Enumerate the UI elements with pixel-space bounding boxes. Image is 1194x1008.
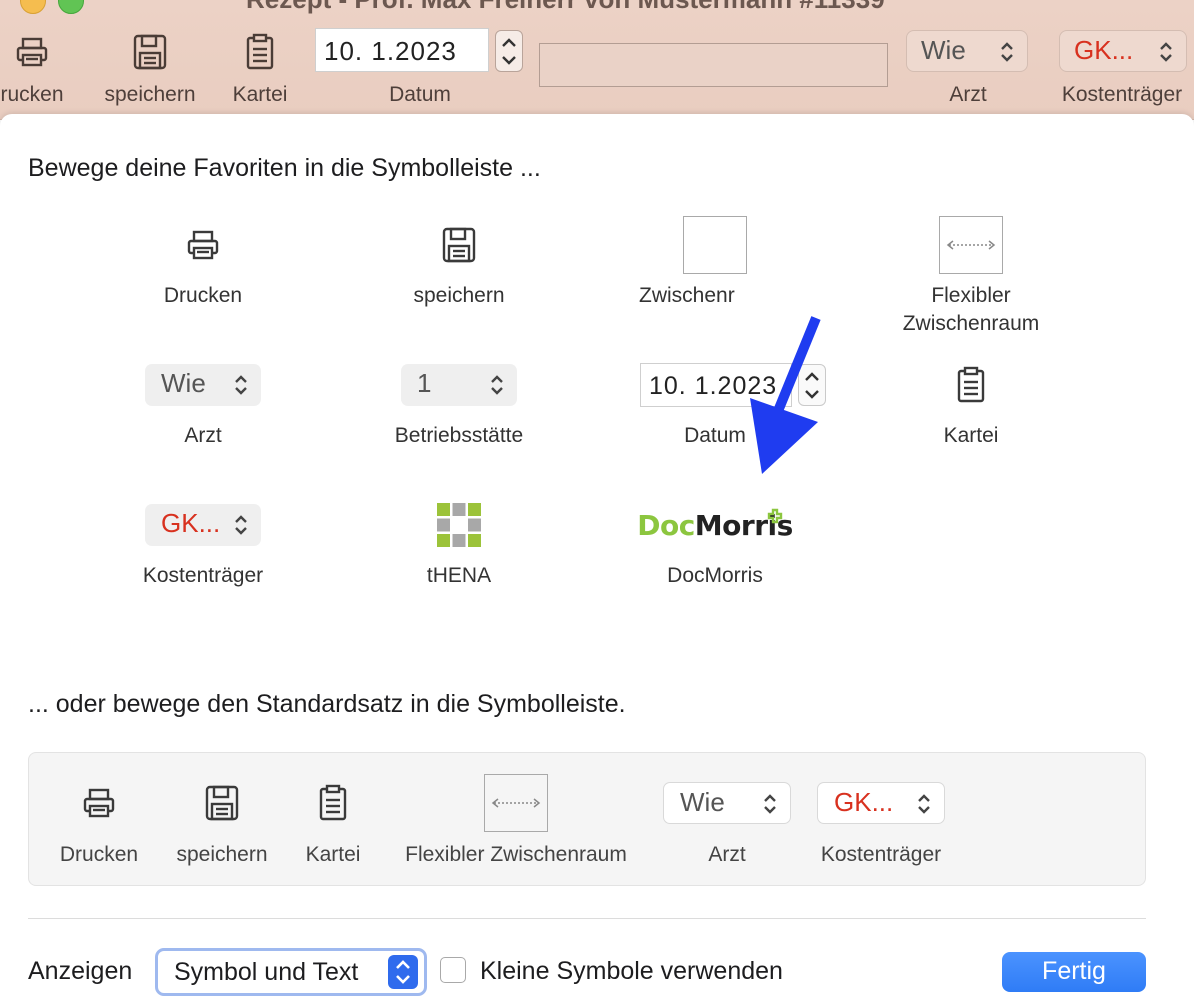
thena-icon — [331, 494, 587, 556]
fav-space-item[interactable]: Zwischenr — [587, 214, 843, 310]
show-mode-select[interactable]: Symbol und Text — [155, 948, 427, 996]
printer-icon — [49, 773, 149, 833]
window-toolbar: Rezept - Prof. Max Freiherr von Musterma… — [0, 0, 1194, 120]
arzt-popup[interactable]: Wie — [145, 364, 261, 406]
fav-flexible-space-label: Flexibler Zwischenraum — [902, 284, 1040, 335]
fav-kartei-label: Kartei — [943, 424, 999, 447]
select-arrows-icon — [388, 955, 418, 989]
docmorris-logo: DocMorris — [637, 508, 793, 542]
divider — [28, 918, 1146, 919]
printer-icon — [75, 214, 331, 276]
default-arzt-item: Wie Arzt — [663, 773, 791, 867]
stepper-icon — [502, 38, 516, 65]
toolbar-kartei-label: Kartei — [232, 83, 288, 106]
toolbar-date-label: Datum — [389, 83, 451, 106]
toolbar-print-label: rucken — [0, 83, 64, 106]
fav-arzt-label: Arzt — [184, 424, 222, 447]
customize-toolbar-sheet: Bewege deine Favoriten in die Symbolleis… — [0, 114, 1194, 1008]
default-print-item: Drucken — [49, 773, 149, 867]
default-kartei-label: Kartei — [305, 843, 361, 866]
kostentraeger-popup[interactable]: GK... — [145, 504, 261, 546]
chevron-updown-icon — [491, 375, 503, 395]
printer-icon — [0, 30, 72, 74]
default-flexible-space-item: Flexibler Zwischenraum — [391, 773, 641, 867]
fav-kartei-item[interactable]: Kartei — [843, 354, 1099, 450]
kostentraeger-popup-value: GK... — [161, 508, 221, 538]
annotation-arrow-icon — [750, 316, 821, 474]
show-mode-value: Symbol und Text — [174, 958, 359, 986]
toolbar-arzt-label: Arzt — [949, 83, 987, 106]
fav-space-label: Zwischenr — [639, 284, 735, 307]
fav-betrieb-label: Betriebsstätte — [394, 424, 524, 447]
toolbar-kosten-label: Kostenträger — [1061, 83, 1183, 106]
default-kartei-item: Kartei — [297, 773, 369, 867]
fav-docmorris-label: DocMorris — [667, 564, 763, 587]
chevron-updown-icon — [764, 794, 776, 814]
chevron-updown-icon — [235, 375, 247, 395]
default-save-label: speichern — [176, 843, 268, 866]
window-title: Rezept - Prof. Max Freiherr von Musterma… — [246, 0, 885, 15]
small-icons-label: Kleine Symbole verwenden — [480, 957, 783, 985]
default-set-bar[interactable]: Drucken speichern Kartei Flexibler Zwisc… — [28, 752, 1146, 886]
default-arzt-label: Arzt — [708, 843, 746, 866]
fav-print-label: Drucken — [163, 284, 243, 307]
arzt-popup-value: Wie — [161, 368, 206, 398]
favorites-heading: Bewege deine Favoriten in die Symbolleis… — [28, 154, 541, 182]
clipboard-icon — [843, 354, 1099, 416]
zoom-window-button[interactable] — [58, 0, 84, 14]
toolbar-save-label: speichern — [104, 83, 196, 106]
toolbar-kosten-popup[interactable]: GK... — [1059, 30, 1187, 72]
default-arzt-popup: Wie — [663, 782, 791, 824]
small-icons-checkbox[interactable] — [440, 957, 466, 983]
fav-print-item[interactable]: Drucken — [75, 214, 331, 310]
chevron-updown-icon — [1160, 42, 1172, 62]
flexible-space-icon — [939, 216, 1003, 274]
show-label: Anzeigen — [28, 957, 133, 985]
betriebsstaette-popup[interactable]: 1 — [401, 364, 517, 406]
minimize-window-button[interactable] — [20, 0, 46, 14]
floppy-disk-icon — [167, 773, 277, 833]
fav-save-label: speichern — [413, 284, 505, 307]
chevron-updown-icon — [235, 515, 247, 535]
toolbar-date-field[interactable]: 10. 1.2023 — [315, 28, 489, 72]
default-kosten-value: GK... — [834, 787, 894, 817]
toolbar-kosten-value: GK... — [1074, 35, 1134, 65]
fav-thena-item[interactable]: tHENA — [331, 494, 587, 590]
fav-thena-label: tHENA — [426, 564, 492, 587]
toolbar-search-field[interactable] — [539, 43, 888, 87]
done-button[interactable]: Fertig — [1002, 952, 1146, 992]
space-icon — [683, 216, 747, 274]
clipboard-icon — [297, 773, 369, 833]
fav-docmorris-item[interactable]: DocMorris DocMorris — [587, 494, 843, 590]
fav-kosten-item[interactable]: GK... Kostenträger — [75, 494, 331, 590]
default-kosten-popup: GK... — [817, 782, 945, 824]
default-arzt-value: Wie — [680, 787, 725, 817]
toolbar-date-stepper[interactable] — [495, 30, 523, 72]
clipboard-icon — [224, 30, 296, 74]
fav-kosten-label: Kostenträger — [142, 564, 264, 587]
toolbar-arzt-popup[interactable]: Wie — [906, 30, 1028, 72]
default-save-item: speichern — [167, 773, 277, 867]
betriebsstaette-popup-value: 1 — [417, 368, 432, 398]
fav-save-item[interactable]: speichern — [331, 214, 587, 310]
fav-betrieb-item[interactable]: 1 Betriebsstätte — [331, 354, 587, 450]
default-set-heading: ... oder bewege den Standardsatz in die … — [28, 690, 626, 718]
toolbar-save-button[interactable]: speichern — [98, 30, 202, 106]
toolbar-print-button[interactable]: rucken — [0, 30, 72, 106]
default-kosten-item: GK... Kostenträger — [811, 773, 951, 867]
chevron-updown-icon — [918, 794, 930, 814]
floppy-disk-icon — [331, 214, 587, 276]
fav-flexible-space-item[interactable]: Flexibler Zwischenraum — [843, 214, 1099, 338]
flexible-space-icon — [484, 774, 548, 832]
default-flexible-space-label: Flexibler Zwischenraum — [405, 843, 627, 866]
fav-arzt-item[interactable]: Wie Arzt — [75, 354, 331, 450]
floppy-disk-icon — [98, 30, 202, 74]
toolbar-kartei-button[interactable]: Kartei — [224, 30, 296, 106]
toolbar-arzt-value: Wie — [921, 35, 966, 65]
default-kosten-label: Kostenträger — [820, 843, 942, 866]
chevron-updown-icon — [1001, 42, 1013, 62]
default-print-label: Drucken — [59, 843, 139, 866]
